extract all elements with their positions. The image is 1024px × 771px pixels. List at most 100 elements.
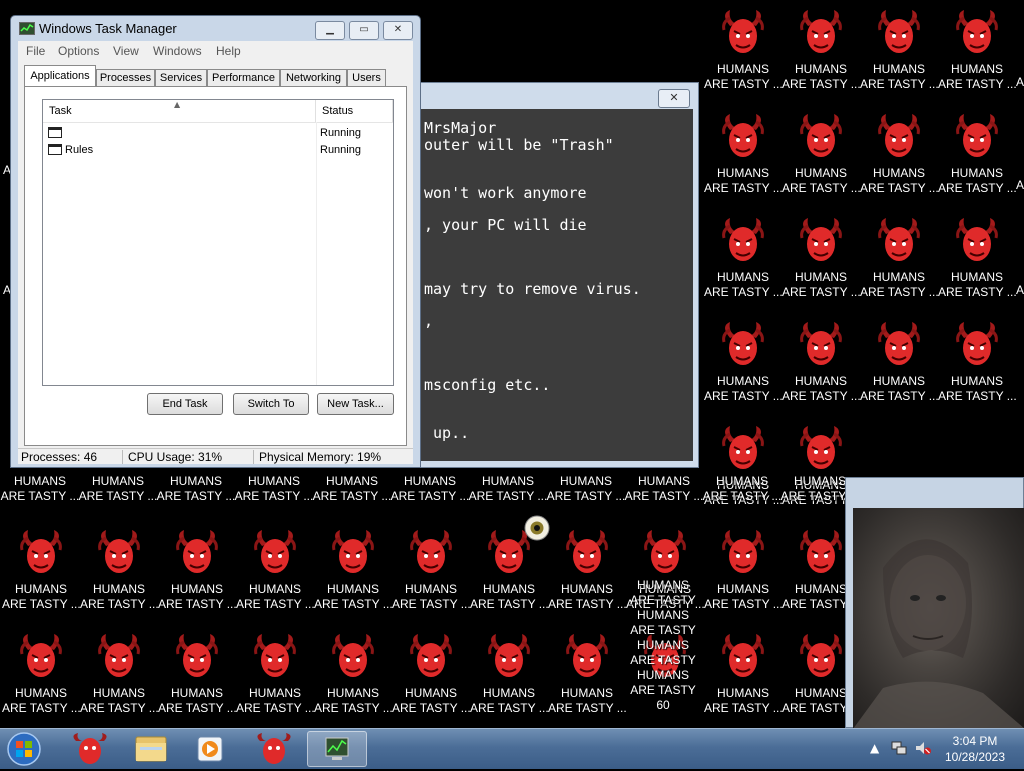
desktop-icon-humans-are-tasty[interactable]: HUMANS ARE TASTY ...	[392, 632, 471, 728]
desktop-icon-humans-are-tasty[interactable]: HUMANS ARE TASTY ...	[314, 632, 393, 728]
desktop-icon-humans-are-tasty[interactable]: HUMANS ARE TASTY ...	[782, 8, 861, 104]
taskbar-demon-app-2[interactable]	[246, 731, 302, 767]
desktop-icon-humans-are-tasty[interactable]: HUMANS ARE TASTY ...	[80, 528, 159, 624]
icon-label: HUMANS ARE TASTY ...	[158, 686, 237, 715]
clock-date: 10/28/2023	[944, 750, 1006, 764]
desktop-icon-humans-are-tasty[interactable]: HUMANS ARE TASTY ...	[236, 632, 315, 728]
icon-label: HUMANS ARE TASTY ...	[470, 686, 549, 715]
desktop-icon-humans-are-tasty[interactable]: HUMANS ARE TASTY ...	[782, 320, 861, 416]
clock[interactable]: 3:04 PM 10/28/2023	[940, 733, 1010, 765]
desktop-icon-label[interactable]: HUMANS ARE TASTY ...	[156, 474, 236, 504]
minimize-button[interactable]: ▁	[315, 21, 345, 40]
application-window-icon	[48, 127, 62, 138]
table-row[interactable]: Rules Running	[43, 142, 393, 159]
desktop-icon-humans-are-tasty[interactable]: HUMANS ARE TASTY ...	[314, 528, 393, 624]
icon-label: HUMANS ARE TASTY ...	[938, 166, 1017, 195]
taskbar-task-manager[interactable]	[307, 731, 367, 767]
icon-label: HUMANS ARE TASTY ...	[782, 374, 861, 403]
desktop-icon-humans-are-tasty[interactable]: HUMANS ARE TASTY ...	[860, 112, 939, 208]
desktop-icon-label[interactable]: HUMANS ARE TASTY ...	[702, 474, 782, 504]
column-header-status[interactable]: Status	[316, 100, 393, 122]
menu-view[interactable]: View	[113, 44, 139, 58]
menu-options[interactable]: Options	[58, 44, 99, 58]
desktop-icon-humans-are-tasty[interactable]: HUMANS ARE TASTY ...	[470, 528, 549, 624]
desktop-icon-label[interactable]: HUMANS ARE TASTY ...	[78, 474, 158, 504]
overlapping-icon-labels[interactable]: HUMANS ARE TASTY HUMANS ARE TASTY HUMANS ARE …	[623, 578, 703, 713]
table-row[interactable]: Running	[43, 125, 393, 142]
desktop-icon-humans-are-tasty[interactable]: HUMANS ARE TASTY ...	[704, 632, 783, 728]
desktop-icon-humans-are-tasty[interactable]: HUMANS ARE TASTY ...	[158, 632, 237, 728]
task-list[interactable]: Task ▲ Status Running Rules Running	[42, 99, 394, 386]
tab-performance[interactable]: Performance	[207, 69, 280, 86]
icon-label: HUMANS ARE TASTY ...	[860, 374, 939, 403]
desktop-icon-humans-are-tasty[interactable]: HUMANS ARE TASTY ...	[704, 216, 783, 312]
icon-label: HUMANS ARE TASTY ...	[392, 582, 471, 611]
desktop-icon-humans-are-tasty[interactable]: HUMANS ARE TASTY ...	[704, 528, 783, 624]
virus-message-body: MrsMajor outer will be "Trash" won't wor…	[406, 109, 693, 461]
menu-windows[interactable]: Windows	[153, 44, 202, 58]
desktop-icon-humans-are-tasty[interactable]: HUMANS ARE TASTY ...	[938, 112, 1017, 208]
truncated-icon-label: A	[1016, 283, 1024, 297]
desktop-icon-humans-are-tasty[interactable]: HUMANS ARE TASTY ...	[80, 632, 159, 728]
maximize-button[interactable]: ▭	[349, 21, 379, 40]
desktop-icon-humans-are-tasty[interactable]: HUMANS ARE TASTY ...	[236, 528, 315, 624]
desktop-icon-humans-are-tasty[interactable]: HUMANS ARE TASTY ...	[938, 320, 1017, 416]
eye-cursor-icon	[524, 515, 550, 541]
desktop-icon-label[interactable]: HUMANS ARE TASTY ...	[0, 474, 80, 504]
desktop-icon-label[interactable]: HUMANS ARE TASTY ...	[390, 474, 470, 504]
desktop-icon-label[interactable]: HUMANS ARE TASTY ...	[624, 474, 704, 504]
desktop-icon-humans-are-tasty[interactable]: HUMANS ARE TASTY ...	[392, 528, 471, 624]
task-status: Running	[320, 127, 361, 139]
desktop-icon-humans-are-tasty[interactable]: HUMANS ARE TASTY ...	[860, 320, 939, 416]
desktop-icon-label[interactable]: HUMANS ARE TASTY ...	[234, 474, 314, 504]
desktop-icon-humans-are-tasty[interactable]: HUMANS ARE TASTY ...	[548, 528, 627, 624]
sort-arrow-icon: ▲	[174, 100, 181, 109]
switch-to-button[interactable]: Switch To	[233, 393, 309, 415]
desktop-icon-humans-are-tasty[interactable]: HUMANS ARE TASTY ...	[704, 320, 783, 416]
close-button[interactable]: ✕	[383, 21, 413, 40]
tab-processes[interactable]: Processes	[96, 69, 155, 86]
volume-muted-icon[interactable]	[914, 739, 932, 757]
icon-label: HUMANS ARE TASTY ...	[860, 166, 939, 195]
desktop-icon-humans-are-tasty[interactable]: HUMANS ARE TASTY ...	[938, 8, 1017, 104]
desktop-icon-humans-are-tasty[interactable]: HUMANS ARE TASTY ...	[938, 216, 1017, 312]
icon-label: HUMANS ARE TASTY ...	[236, 582, 315, 611]
desktop-icon-humans-are-tasty[interactable]: HUMANS ARE TASTY ...	[860, 8, 939, 104]
desktop-icon-humans-are-tasty[interactable]: HUMANS ARE TASTY ...	[548, 632, 627, 728]
truncated-icon-label: A	[1016, 75, 1024, 89]
menu-file[interactable]: File	[26, 44, 45, 58]
tab-applications[interactable]: Applications	[24, 65, 96, 87]
taskbar-demon-app[interactable]	[62, 731, 118, 767]
desktop-icon-humans-are-tasty[interactable]: HUMANS ARE TASTY ...	[2, 632, 81, 728]
image-viewer-window	[845, 477, 1024, 729]
task-manager-content: File Options View Windows Help Applicati…	[18, 41, 413, 464]
desktop-icon-humans-are-tasty[interactable]: HUMANS ARE TASTY ...	[782, 112, 861, 208]
tab-services[interactable]: Services	[155, 69, 207, 86]
end-task-button[interactable]: End Task	[147, 393, 223, 415]
desktop-icon-humans-are-tasty[interactable]: HUMANS ARE TASTY ...	[704, 424, 783, 520]
desktop-icon-label[interactable]: HUMANS ARE TASTY ...	[546, 474, 626, 504]
desktop-icon-humans-are-tasty[interactable]: HUMANS ARE TASTY ...	[470, 632, 549, 728]
desktop-icon-humans-are-tasty[interactable]: HUMANS ARE TASTY ...	[2, 528, 81, 624]
new-task-button[interactable]: New Task...	[317, 393, 394, 415]
desktop-icon-label[interactable]: HUMANS ARE TASTY ...	[468, 474, 548, 504]
desktop-icon-humans-are-tasty[interactable]: HUMANS ARE TASTY ...	[782, 216, 861, 312]
tab-users[interactable]: Users	[347, 69, 386, 86]
taskbar-media-player[interactable]	[182, 731, 238, 767]
icon-label: HUMANS ARE TASTY ...	[314, 582, 393, 611]
demon-icon	[257, 733, 291, 764]
network-icon[interactable]	[890, 739, 908, 757]
start-button[interactable]	[4, 730, 44, 768]
taskbar-windows-explorer[interactable]	[123, 731, 179, 767]
tab-networking[interactable]: Networking	[280, 69, 347, 86]
desktop-icon-label[interactable]: HUMANS ARE TASTY ...	[312, 474, 392, 504]
show-hidden-icons[interactable]: ▲	[870, 741, 879, 755]
menu-help[interactable]: Help	[216, 44, 241, 58]
desktop-icon-humans-are-tasty[interactable]: HUMANS ARE TASTY ...	[860, 216, 939, 312]
icon-label: HUMANS ARE TASTY ...	[236, 686, 315, 715]
desktop-icon-humans-are-tasty[interactable]: HUMANS ARE TASTY ...	[158, 528, 237, 624]
desktop-icon-humans-are-tasty[interactable]: HUMANS ARE TASTY ...	[704, 8, 783, 104]
desktop-icon-humans-are-tasty[interactable]: HUMANS ARE TASTY ...	[704, 112, 783, 208]
demon-icon	[73, 733, 107, 764]
close-button[interactable]: ✕	[658, 89, 690, 108]
